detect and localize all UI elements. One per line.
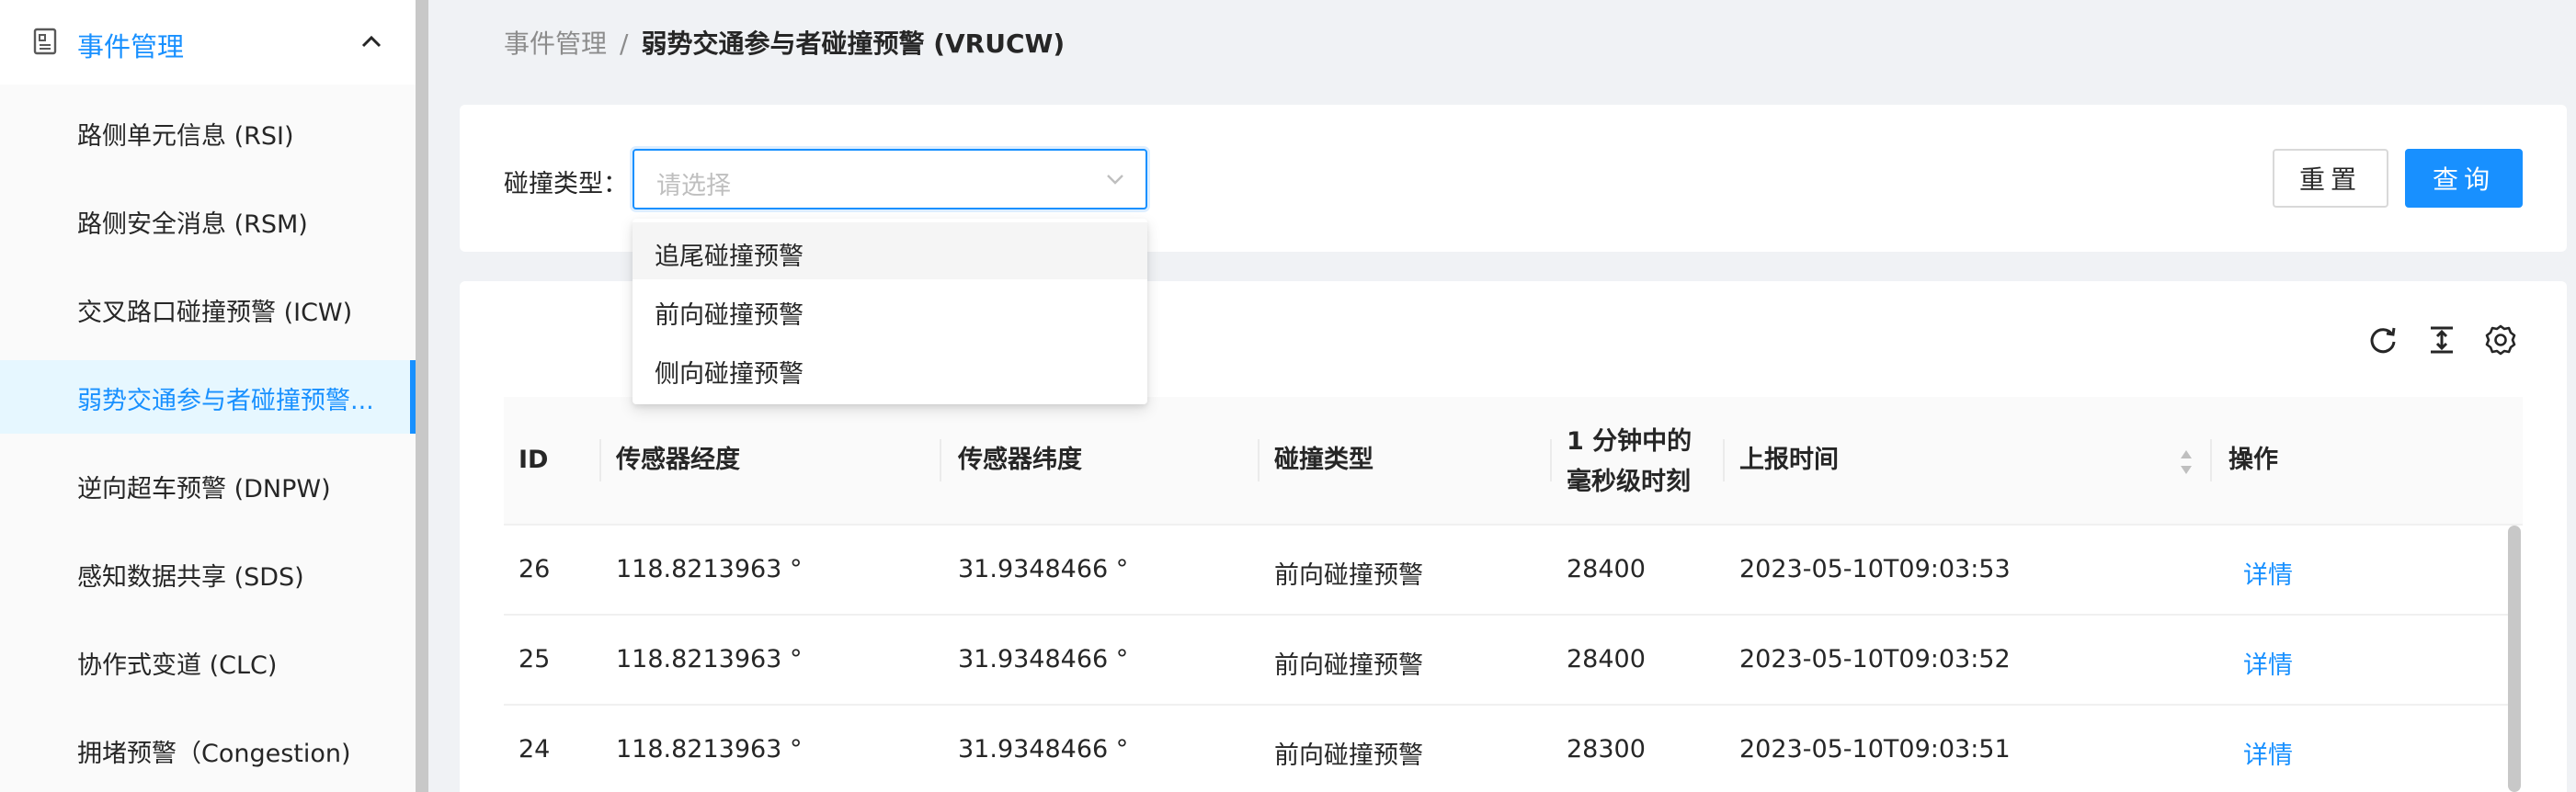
sidebar-item-label: 协作式变道 (CLC) — [77, 651, 278, 680]
query-button[interactable]: 查询 — [2405, 149, 2523, 208]
cell-report-time: 2023-05-10T09:03:52 — [1739, 645, 2011, 673]
sidebar-item-label: 逆向超车预警 (DNPW) — [77, 475, 331, 503]
collision-type-select[interactable]: 请选择 — [633, 149, 1147, 209]
table-row: 24 118.8213963 ° 31.9348466 ° 前向碰撞预警 283… — [504, 706, 2508, 792]
cell-collision-type: 前向碰撞预警 — [1274, 741, 1423, 770]
option-label: 追尾碰撞预警 — [655, 243, 804, 271]
dropdown-option-lateral[interactable]: 侧向碰撞预警 — [633, 340, 1147, 397]
column-divider — [599, 439, 601, 481]
document-icon — [33, 28, 57, 55]
cell-latitude: 31.9348466 ° — [958, 555, 1129, 583]
option-label: 前向碰撞预警 — [655, 301, 804, 330]
detail-link[interactable]: 详情 — [2243, 555, 2293, 591]
column-header-latitude: 传感器纬度 — [958, 446, 1082, 474]
option-label: 侧向碰撞预警 — [655, 360, 804, 389]
reset-button[interactable]: 重置 — [2273, 149, 2388, 208]
column-header-action: 操作 — [2228, 446, 2278, 474]
table-scrollbar[interactable] — [2508, 526, 2521, 792]
cell-latitude: 31.9348466 ° — [958, 735, 1129, 764]
column-divider — [2210, 439, 2212, 481]
chevron-up-icon[interactable] — [359, 31, 384, 51]
sidebar-item-rsm[interactable]: 路侧安全消息 (RSM) — [0, 184, 416, 257]
detail-link[interactable]: 详情 — [2243, 645, 2293, 681]
breadcrumb: 事件管理 / 弱势交通参与者碰撞预警 (VRUCW) — [504, 24, 1065, 61]
dropdown-option-forward[interactable]: 前向碰撞预警 — [633, 281, 1147, 338]
sidebar: 事件管理 路侧单元信息 (RSI) 路侧安全消息 (RSM) 交叉路口碰撞预警 … — [0, 0, 416, 792]
breadcrumb-parent[interactable]: 事件管理 — [504, 28, 607, 59]
column-divider — [1550, 439, 1552, 481]
cell-longitude: 118.8213963 ° — [616, 645, 803, 673]
sidebar-item-icw[interactable]: 交叉路口碰撞预警 (ICW) — [0, 272, 416, 345]
cell-id: 24 — [519, 735, 551, 764]
chevron-down-icon — [1107, 175, 1123, 185]
sidebar-item-sds[interactable]: 感知数据共享 (SDS) — [0, 537, 416, 610]
cell-latitude: 31.9348466 ° — [958, 645, 1129, 673]
sidebar-group-event-management[interactable]: 事件管理 — [0, 0, 416, 85]
cell-ms: 28300 — [1567, 735, 1646, 764]
select-placeholder: 请选择 — [656, 172, 731, 200]
cell-id: 26 — [519, 555, 551, 583]
cell-collision-type: 前向碰撞预警 — [1274, 561, 1423, 590]
sidebar-item-label: 路侧单元信息 (RSI) — [77, 122, 294, 151]
sidebar-item-label: 路侧安全消息 (RSM) — [77, 210, 308, 239]
table-header — [504, 397, 2523, 526]
sidebar-item-congestion[interactable]: 拥堵预警（Congestion) — [0, 713, 416, 786]
collision-type-dropdown: 追尾碰撞预警 前向碰撞预警 侧向碰撞预警 — [633, 219, 1147, 404]
sidebar-item-label: 拥堵预警（Congestion) — [77, 740, 351, 768]
column-header-longitude: 传感器经度 — [616, 446, 740, 474]
breadcrumb-separator: / — [620, 28, 629, 59]
column-header-ms-line1: 1 分钟中的 — [1567, 427, 1693, 456]
detail-link[interactable]: 详情 — [2243, 735, 2293, 771]
column-divider — [1258, 439, 1260, 481]
sidebar-item-label: 感知数据共享 (SDS) — [77, 563, 304, 592]
sidebar-item-dnpw[interactable]: 逆向超车预警 (DNPW) — [0, 448, 416, 522]
refresh-icon[interactable] — [2366, 323, 2399, 356]
sidebar-item-label: 交叉路口碰撞预警 (ICW) — [77, 299, 353, 327]
table-row: 25 118.8213963 ° 31.9348466 ° 前向碰撞预警 284… — [504, 616, 2508, 706]
cell-collision-type: 前向碰撞预警 — [1274, 651, 1423, 680]
column-header-id: ID — [519, 446, 549, 474]
column-header-ms-line2: 毫秒级时刻 — [1567, 468, 1691, 496]
sort-icon[interactable] — [2179, 448, 2194, 476]
sidebar-item-vrucw[interactable]: 弱势交通参与者碰撞预警... — [0, 360, 416, 434]
column-divider — [1723, 439, 1725, 481]
cell-ms: 28400 — [1567, 645, 1646, 673]
table-row: 26 118.8213963 ° 31.9348466 ° 前向碰撞预警 284… — [504, 526, 2508, 616]
column-divider — [940, 439, 941, 481]
column-header-collision-type: 碰撞类型 — [1274, 446, 1373, 474]
cell-ms: 28400 — [1567, 555, 1646, 583]
column-header-report-time[interactable]: 上报时间 — [1739, 441, 1839, 480]
sidebar-group-label: 事件管理 — [77, 31, 185, 62]
collision-type-label: 碰撞类型： — [504, 170, 628, 198]
sidebar-scrollbar[interactable] — [416, 0, 428, 792]
sidebar-item-label: 弱势交通参与者碰撞预警... — [77, 387, 374, 415]
dropdown-option-rear-end[interactable]: 追尾碰撞预警 — [633, 222, 1147, 279]
page-title: 弱势交通参与者碰撞预警 (VRUCW) — [641, 28, 1066, 59]
sidebar-item-clc[interactable]: 协作式变道 (CLC) — [0, 625, 416, 698]
cell-report-time: 2023-05-10T09:03:51 — [1739, 735, 2011, 764]
cell-id: 25 — [519, 645, 551, 673]
cell-longitude: 118.8213963 ° — [616, 735, 803, 764]
settings-icon[interactable] — [2484, 323, 2517, 356]
column-height-icon[interactable] — [2425, 323, 2458, 356]
cell-longitude: 118.8213963 ° — [616, 555, 803, 583]
sidebar-item-rsi[interactable]: 路侧单元信息 (RSI) — [0, 96, 416, 169]
cell-report-time: 2023-05-10T09:03:53 — [1739, 555, 2011, 583]
